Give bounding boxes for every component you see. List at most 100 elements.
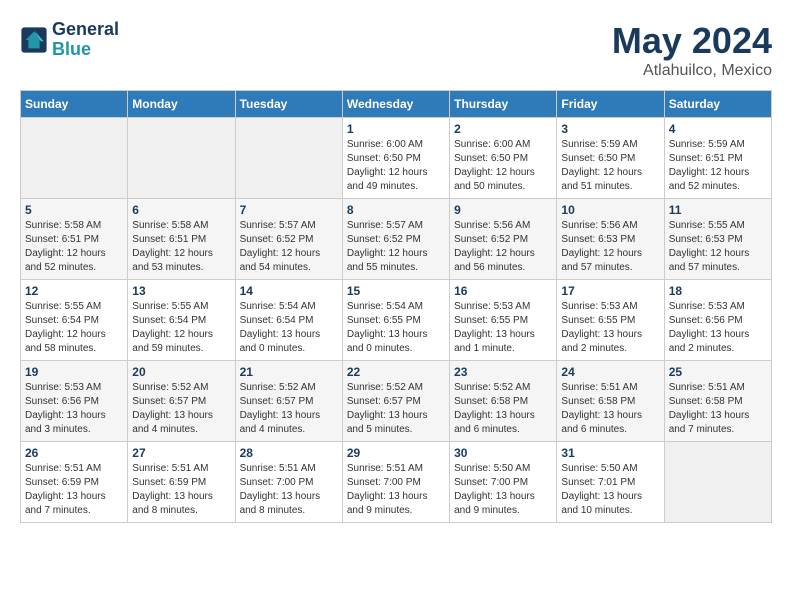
calendar-cell: 2Sunrise: 6:00 AM Sunset: 6:50 PM Daylig… [450, 118, 557, 199]
day-info: Sunrise: 5:56 AM Sunset: 6:52 PM Dayligh… [454, 219, 552, 275]
day-info: Sunrise: 5:52 AM Sunset: 6:57 PM Dayligh… [132, 381, 230, 437]
calendar-cell [21, 118, 128, 199]
day-number: 26 [25, 446, 123, 460]
day-number: 25 [669, 365, 767, 379]
day-number: 8 [347, 203, 445, 217]
day-info: Sunrise: 5:50 AM Sunset: 7:00 PM Dayligh… [454, 462, 552, 518]
calendar-cell: 31 Sunrise: 5:50 AM Sunset: 7:01 PM Dayli… [557, 442, 664, 523]
day-info: Sunrise: 5:53 AM Sunset: 6:55 PM Dayligh… [561, 300, 659, 356]
day-info: Sunrise: 5:52 AM Sunset: 6:57 PM Dayligh… [347, 381, 445, 437]
calendar-cell: 8 Sunrise: 5:57 AM Sunset: 6:52 PM Daylig… [342, 199, 449, 280]
logo-icon [20, 26, 48, 54]
calendar-cell: 6 Sunrise: 5:58 AM Sunset: 6:51 PM Daylig… [128, 199, 235, 280]
day-number: 30 [454, 446, 552, 460]
calendar-cell: 13 Sunrise: 5:55 AM Sunset: 6:54 PM Dayli… [128, 280, 235, 361]
calendar-cell: 11Sunrise: 5:55 AM Sunset: 6:53 PM Dayli… [664, 199, 771, 280]
calendar-cell [128, 118, 235, 199]
day-info: Sunrise: 5:51 AM Sunset: 6:59 PM Dayligh… [132, 462, 230, 518]
day-number: 31 [561, 446, 659, 460]
month-title: May 2024 [612, 20, 772, 62]
day-number: 5 [25, 203, 123, 217]
day-number: 9 [454, 203, 552, 217]
day-number: 7 [240, 203, 338, 217]
calendar-cell: 25 Sunrise: 5:51 AM Sunset: 6:58 PM Dayli… [664, 361, 771, 442]
calendar-cell: 24 Sunrise: 5:51 AM Sunset: 6:58 PM Dayli… [557, 361, 664, 442]
day-number: 17 [561, 284, 659, 298]
weekday-header-row: SundayMondayTuesdayWednesdayThursdayFrid… [21, 91, 772, 118]
day-info: Sunrise: 5:53 AM Sunset: 6:55 PM Dayligh… [454, 300, 552, 356]
day-number: 16 [454, 284, 552, 298]
day-number: 3 [561, 122, 659, 136]
day-info: Sunrise: 6:00 AM Sunset: 6:50 PM Dayligh… [347, 138, 445, 194]
day-number: 18 [669, 284, 767, 298]
day-info: Sunrise: 5:52 AM Sunset: 6:58 PM Dayligh… [454, 381, 552, 437]
day-number: 14 [240, 284, 338, 298]
calendar-cell: 10 Sunrise: 5:56 AM Sunset: 6:53 PM Dayli… [557, 199, 664, 280]
calendar-cell: 23 Sunrise: 5:52 AM Sunset: 6:58 PM Dayli… [450, 361, 557, 442]
day-number: 11 [669, 203, 767, 217]
weekday-header-friday: Friday [557, 91, 664, 118]
calendar-cell: 16 Sunrise: 5:53 AM Sunset: 6:55 PM Dayli… [450, 280, 557, 361]
day-info: Sunrise: 5:55 AM Sunset: 6:54 PM Dayligh… [132, 300, 230, 356]
weekday-header-monday: Monday [128, 91, 235, 118]
day-number: 23 [454, 365, 552, 379]
day-info: Sunrise: 5:54 AM Sunset: 6:55 PM Dayligh… [347, 300, 445, 356]
day-info: Sunrise: 6:00 AM Sunset: 6:50 PM Dayligh… [454, 138, 552, 194]
day-number: 6 [132, 203, 230, 217]
calendar-cell: 3 Sunrise: 5:59 AM Sunset: 6:50 PM Daylig… [557, 118, 664, 199]
day-number: 28 [240, 446, 338, 460]
day-info: Sunrise: 5:51 AM Sunset: 6:59 PM Dayligh… [25, 462, 123, 518]
day-info: Sunrise: 5:59 AM Sunset: 6:50 PM Dayligh… [561, 138, 659, 194]
calendar-cell: 19Sunrise: 5:53 AM Sunset: 6:56 PM Dayli… [21, 361, 128, 442]
calendar-cell: 26 Sunrise: 5:51 AM Sunset: 6:59 PM Dayli… [21, 442, 128, 523]
day-info: Sunrise: 5:51 AM Sunset: 6:58 PM Dayligh… [669, 381, 767, 437]
calendar-table: SundayMondayTuesdayWednesdayThursdayFrid… [20, 90, 772, 523]
day-info: Sunrise: 5:54 AM Sunset: 6:54 PM Dayligh… [240, 300, 338, 356]
logo: General Blue [20, 20, 119, 60]
calendar-week-3: 12 Sunrise: 5:55 AM Sunset: 6:54 PM Dayli… [21, 280, 772, 361]
page-header: General Blue May 2024 Atlahuilco, Mexico [20, 20, 772, 80]
calendar-cell: 28Sunrise: 5:51 AM Sunset: 7:00 PM Dayli… [235, 442, 342, 523]
day-number: 22 [347, 365, 445, 379]
weekday-header-sunday: Sunday [21, 91, 128, 118]
day-info: Sunrise: 5:58 AM Sunset: 6:51 PM Dayligh… [132, 219, 230, 275]
logo-text: General Blue [52, 20, 119, 60]
day-info: Sunrise: 5:50 AM Sunset: 7:01 PM Dayligh… [561, 462, 659, 518]
calendar-cell: 9 Sunrise: 5:56 AM Sunset: 6:52 PM Daylig… [450, 199, 557, 280]
calendar-cell: 15 Sunrise: 5:54 AM Sunset: 6:55 PM Dayli… [342, 280, 449, 361]
weekday-header-saturday: Saturday [664, 91, 771, 118]
day-info: Sunrise: 5:58 AM Sunset: 6:51 PM Dayligh… [25, 219, 123, 275]
calendar-week-1: 1Sunrise: 6:00 AM Sunset: 6:50 PM Daylig… [21, 118, 772, 199]
calendar-cell: 21 Sunrise: 5:52 AM Sunset: 6:57 PM Dayli… [235, 361, 342, 442]
calendar-cell: 22 Sunrise: 5:52 AM Sunset: 6:57 PM Dayli… [342, 361, 449, 442]
calendar-cell: 27Sunrise: 5:51 AM Sunset: 6:59 PM Dayli… [128, 442, 235, 523]
day-number: 21 [240, 365, 338, 379]
weekday-header-thursday: Thursday [450, 91, 557, 118]
location-title: Atlahuilco, Mexico [612, 62, 772, 80]
day-info: Sunrise: 5:55 AM Sunset: 6:54 PM Dayligh… [25, 300, 123, 356]
calendar-week-5: 26 Sunrise: 5:51 AM Sunset: 6:59 PM Dayli… [21, 442, 772, 523]
title-area: May 2024 Atlahuilco, Mexico [612, 20, 772, 80]
calendar-week-4: 19Sunrise: 5:53 AM Sunset: 6:56 PM Dayli… [21, 361, 772, 442]
calendar-cell: 14 Sunrise: 5:54 AM Sunset: 6:54 PM Dayli… [235, 280, 342, 361]
day-info: Sunrise: 5:51 AM Sunset: 6:58 PM Dayligh… [561, 381, 659, 437]
calendar-cell: 12 Sunrise: 5:55 AM Sunset: 6:54 PM Dayli… [21, 280, 128, 361]
day-number: 15 [347, 284, 445, 298]
calendar-cell: 29Sunrise: 5:51 AM Sunset: 7:00 PM Dayli… [342, 442, 449, 523]
calendar-cell [235, 118, 342, 199]
day-number: 24 [561, 365, 659, 379]
calendar-cell: 5 Sunrise: 5:58 AM Sunset: 6:51 PM Daylig… [21, 199, 128, 280]
day-number: 12 [25, 284, 123, 298]
calendar-cell: 4Sunrise: 5:59 AM Sunset: 6:51 PM Daylig… [664, 118, 771, 199]
calendar-cell [664, 442, 771, 523]
calendar-cell: 30 Sunrise: 5:50 AM Sunset: 7:00 PM Dayli… [450, 442, 557, 523]
day-number: 13 [132, 284, 230, 298]
day-number: 10 [561, 203, 659, 217]
day-info: Sunrise: 5:57 AM Sunset: 6:52 PM Dayligh… [347, 219, 445, 275]
day-number: 29 [347, 446, 445, 460]
day-info: Sunrise: 5:52 AM Sunset: 6:57 PM Dayligh… [240, 381, 338, 437]
weekday-header-wednesday: Wednesday [342, 91, 449, 118]
day-info: Sunrise: 5:59 AM Sunset: 6:51 PM Dayligh… [669, 138, 767, 194]
day-info: Sunrise: 5:56 AM Sunset: 6:53 PM Dayligh… [561, 219, 659, 275]
weekday-header-tuesday: Tuesday [235, 91, 342, 118]
